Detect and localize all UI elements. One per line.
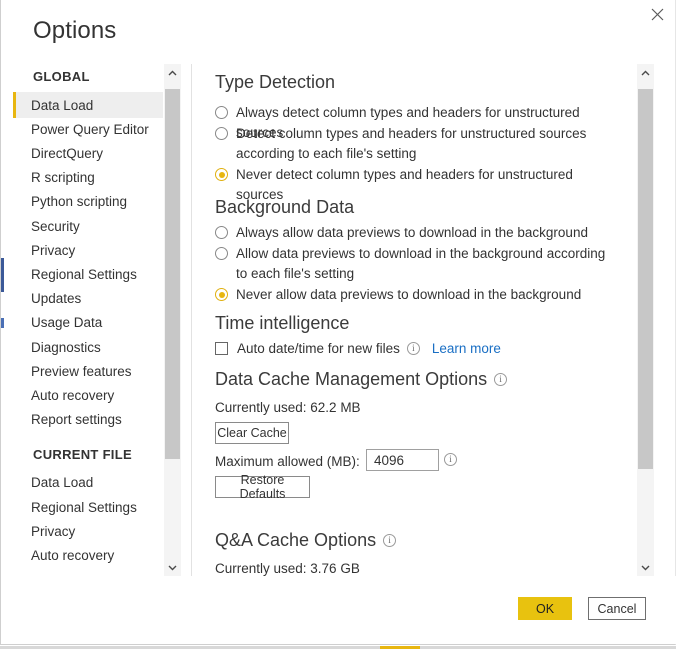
nav-group-title-current-file: CURRENT FILE bbox=[33, 446, 132, 462]
sidebar-item-power-query-editor[interactable]: Power Query Editor bbox=[13, 116, 163, 142]
restore-defaults-button[interactable]: Restore Defaults bbox=[215, 473, 310, 501]
section-heading-qa-cache: Q&A Cache Options i bbox=[215, 530, 397, 551]
info-icon[interactable]: i bbox=[406, 342, 420, 355]
section-heading-time-intelligence: Time intelligence bbox=[215, 313, 349, 334]
sidebar-item-directquery[interactable]: DirectQuery bbox=[13, 140, 163, 166]
sidebar-item-label: Regional Settings bbox=[31, 499, 137, 515]
sidebar-item-r-scripting[interactable]: R scripting bbox=[13, 165, 163, 191]
sidebar-item-label: Usage Data bbox=[31, 315, 103, 331]
sidebar-item-label: Report settings bbox=[31, 412, 122, 428]
radio-mark[interactable] bbox=[215, 168, 228, 181]
sidebar-item-data-load[interactable]: Data Load bbox=[13, 470, 163, 496]
sidebar-item-python-scripting[interactable]: Python scripting bbox=[13, 189, 163, 215]
sidebar-item-preview-features[interactable]: Preview features bbox=[13, 358, 163, 384]
section-heading-label: Background Data bbox=[215, 197, 355, 217]
sidebar-item-label: Preview features bbox=[31, 363, 132, 379]
cancel-button[interactable]: Cancel bbox=[588, 597, 646, 620]
sidebar-item-privacy[interactable]: Privacy bbox=[13, 237, 163, 263]
content-scroll-thumb[interactable] bbox=[638, 89, 653, 469]
sidebar-item-label: Privacy bbox=[31, 242, 76, 258]
section-heading-label: Data Cache Management Options bbox=[215, 369, 488, 389]
qa-cache-currently-used: Currently used: 3.76 GB bbox=[215, 561, 360, 576]
radio-mark[interactable] bbox=[215, 288, 228, 301]
content-scrollbar[interactable] bbox=[637, 64, 654, 576]
section-heading-label: Type Detection bbox=[215, 72, 336, 92]
sidebar-item-label: Data Load bbox=[31, 475, 94, 491]
nav-group-title-global: GLOBAL bbox=[33, 69, 90, 84]
radio-always-allow-previews[interactable]: Always allow data previews to download i… bbox=[215, 223, 615, 243]
dialog-footer: OK Cancel bbox=[2, 576, 676, 644]
content-scroll-up-icon[interactable] bbox=[637, 64, 654, 81]
radio-mark[interactable] bbox=[215, 127, 228, 140]
sidebar-item-auto-recovery[interactable]: Auto recovery bbox=[13, 542, 163, 568]
sidebar: GLOBAL Data Load Power Query Editor DirectQ… bbox=[2, 64, 182, 576]
sidebar-item-label: Python scripting bbox=[31, 194, 128, 210]
page-title: Options bbox=[33, 17, 117, 44]
section-heading-data-cache: Data Cache Management Options i bbox=[215, 369, 508, 390]
sidebar-item-diagnostics[interactable]: Diagnostics bbox=[13, 334, 163, 360]
settings-panel: Type Detection Always detect column type… bbox=[192, 64, 634, 576]
close-icon[interactable] bbox=[639, 0, 675, 28]
sidebar-scroll-thumb[interactable] bbox=[165, 89, 180, 459]
dialog-titlebar: Options bbox=[1, 0, 675, 62]
sidebar-item-label: Auto recovery bbox=[31, 387, 115, 403]
max-allowed-input[interactable] bbox=[366, 449, 439, 471]
section-heading-type-detection: Type Detection bbox=[215, 72, 335, 93]
info-icon[interactable]: i bbox=[383, 534, 397, 547]
radio-label: Allow data previews to download in the b… bbox=[236, 246, 606, 281]
sidebar-item-regional-settings[interactable]: Regional Settings bbox=[13, 261, 163, 287]
sidebar-item-label: Auto recovery bbox=[31, 547, 115, 563]
sidebar-item-label: Updates bbox=[31, 291, 82, 307]
sidebar-item-updates[interactable]: Updates bbox=[13, 286, 163, 312]
sidebar-item-label: Data Load bbox=[31, 97, 94, 113]
sidebar-item-label: Power Query Editor bbox=[31, 121, 149, 137]
section-heading-label: Q&A Cache Options bbox=[215, 530, 377, 550]
sidebar-item-regional-settings[interactable]: Regional Settings bbox=[13, 494, 163, 520]
sidebar-item-auto-recovery[interactable]: Auto recovery bbox=[13, 382, 163, 408]
sidebar-scroll-down-icon[interactable] bbox=[164, 559, 181, 576]
checkbox-auto-datetime-row[interactable]: Auto date/time for new files i Learn mor… bbox=[215, 341, 501, 356]
radio-allow-previews-per-file[interactable]: Allow data previews to download in the b… bbox=[215, 244, 615, 284]
sidebar-item-usage-data[interactable]: Usage Data bbox=[13, 310, 163, 336]
sidebar-item-label: Regional Settings bbox=[31, 266, 137, 282]
sidebar-scroll-up-icon[interactable] bbox=[164, 64, 181, 81]
radio-mark[interactable] bbox=[215, 247, 228, 260]
sidebar-item-report-settings[interactable]: Report settings bbox=[13, 407, 163, 433]
radio-never-allow-previews[interactable]: Never allow data previews to download in… bbox=[215, 285, 615, 305]
sidebar-item-privacy[interactable]: Privacy bbox=[13, 518, 163, 544]
radio-label: Detect column types and headers for unst… bbox=[236, 126, 587, 161]
info-icon[interactable]: i bbox=[444, 453, 457, 466]
radio-label: Never allow data previews to download in… bbox=[236, 287, 582, 302]
clear-cache-button[interactable]: Clear Cache bbox=[215, 422, 289, 444]
radio-mark[interactable] bbox=[215, 226, 228, 239]
sidebar-scrollbar[interactable] bbox=[164, 64, 181, 576]
sidebar-item-label: Privacy bbox=[31, 523, 76, 539]
radio-detect-types-per-file[interactable]: Detect column types and headers for unst… bbox=[215, 124, 615, 164]
sidebar-item-security[interactable]: Security bbox=[13, 213, 163, 239]
sidebar-item-label: Security bbox=[31, 218, 80, 234]
radio-mark[interactable] bbox=[215, 106, 228, 119]
sidebar-item-data-load[interactable]: Data Load bbox=[13, 92, 163, 118]
section-heading-background-data: Background Data bbox=[215, 197, 354, 218]
options-dialog: Options GLOBAL Data Load Power Query Edito… bbox=[0, 0, 676, 645]
learn-more-link[interactable]: Learn more bbox=[432, 341, 501, 356]
content-scroll-down-icon[interactable] bbox=[637, 559, 654, 576]
max-allowed-label: Maximum allowed (MB): bbox=[215, 454, 360, 469]
sidebar-item-label: DirectQuery bbox=[31, 145, 104, 161]
sidebar-item-label: Diagnostics bbox=[31, 339, 101, 355]
checkbox-label: Auto date/time for new files bbox=[237, 341, 400, 356]
radio-label: Always allow data previews to download i… bbox=[236, 225, 588, 240]
data-cache-currently-used: Currently used: 62.2 MB bbox=[215, 400, 361, 415]
section-heading-label: Time intelligence bbox=[215, 313, 350, 333]
sidebar-item-label: R scripting bbox=[31, 170, 95, 186]
checkbox-auto-datetime[interactable] bbox=[215, 342, 228, 355]
ok-button[interactable]: OK bbox=[518, 597, 572, 620]
info-icon[interactable]: i bbox=[494, 373, 508, 386]
